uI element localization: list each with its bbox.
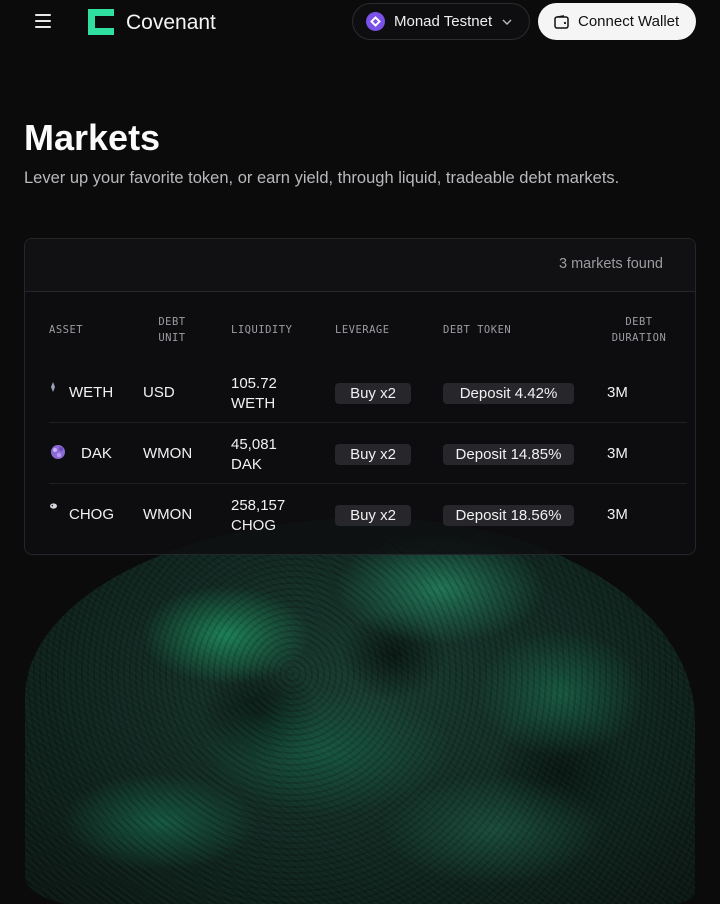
liquidity: 258,157 CHOG (231, 497, 286, 534)
chevron-down-icon (502, 19, 512, 25)
page: Covenant Monad Testnet Connect Wallet Ma… (0, 0, 720, 904)
column-header-debt-duration[interactable]: DEBT DURATION (609, 314, 669, 346)
asset-name: CHOG (69, 506, 114, 523)
debt-unit: WMON (143, 445, 193, 462)
dak-icon (51, 445, 65, 459)
table-row[interactable]: CHOG WMON 258,157 CHOG Buy x2 Deposit 18… (25, 484, 695, 545)
column-header-debt-token[interactable]: DEBT TOKEN (443, 322, 511, 338)
debt-token-deposit-button[interactable]: Deposit 18.56% (443, 505, 574, 526)
top-navbar: Covenant Monad Testnet Connect Wallet (0, 0, 720, 44)
debt-duration: 3M (607, 445, 628, 462)
chog-icon (50, 503, 57, 509)
page-subtitle: Lever up your favorite token, or earn yi… (24, 169, 620, 187)
debt-token-deposit-button[interactable]: Deposit 4.42% (443, 383, 574, 404)
asset-name: WETH (69, 384, 114, 401)
network-label: Monad Testnet (394, 13, 493, 30)
covenant-logo-icon[interactable] (88, 9, 114, 35)
brand-name[interactable]: Covenant (126, 11, 216, 35)
liquidity: 105.72 WETH (231, 375, 277, 412)
debt-duration: 3M (607, 384, 628, 401)
debt-token-deposit-button[interactable]: Deposit 14.85% (443, 444, 574, 465)
hamburger-icon[interactable] (35, 14, 51, 28)
page-title: Markets (24, 117, 161, 158)
table-header: ASSET DEBT UNIT LIQUIDITY LEVERAGE DEBT … (25, 292, 695, 372)
column-header-liquidity[interactable]: LIQUIDITY (231, 322, 292, 338)
liquidity: 45,081 DAK (231, 436, 277, 473)
leverage-buy-button[interactable]: Buy x2 (335, 505, 411, 526)
column-header-asset[interactable]: ASSET (49, 322, 83, 338)
column-header-debt-unit[interactable]: DEBT UNIT (156, 314, 188, 346)
debt-unit: WMON (143, 506, 193, 523)
markets-count: 3 markets found (559, 256, 663, 272)
markets-table-card: 3 markets found ASSET DEBT UNIT LIQUIDIT… (24, 238, 696, 555)
table-row[interactable]: WETH USD 105.72 WETH Buy x2 Deposit 4.42… (25, 362, 695, 423)
wallet-icon (554, 14, 569, 29)
column-header-leverage[interactable]: LEVERAGE (335, 322, 390, 338)
leverage-buy-button[interactable]: Buy x2 (335, 444, 411, 465)
leverage-buy-button[interactable]: Buy x2 (335, 383, 411, 404)
debt-unit: USD (143, 384, 175, 401)
asset-name: DAK (81, 445, 112, 462)
monad-icon (366, 12, 385, 31)
debt-duration: 3M (607, 506, 628, 523)
connect-wallet-button[interactable]: Connect Wallet (538, 3, 696, 40)
table-row[interactable]: DAK WMON 45,081 DAK Buy x2 Deposit 14.85… (25, 423, 695, 484)
connect-wallet-label: Connect Wallet (578, 13, 680, 30)
network-selector[interactable]: Monad Testnet (352, 3, 530, 40)
weth-icon (51, 382, 55, 392)
markets-card-header: 3 markets found (25, 239, 695, 292)
rock-background-image (25, 518, 695, 904)
